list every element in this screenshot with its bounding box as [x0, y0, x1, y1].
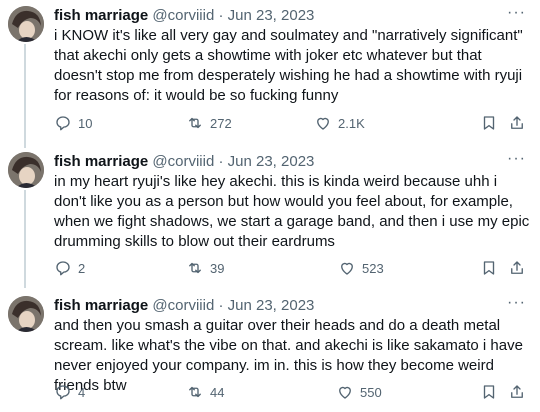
reply-count: 10 — [78, 115, 93, 131]
share-icon — [511, 261, 523, 274]
tweet-header: fish marriage @corviiid · Jun 23, 2023 — [54, 152, 314, 172]
bookmark-icon — [483, 385, 495, 399]
user-handle[interactable]: @corviiid — [152, 297, 214, 314]
retweet-button[interactable]: 272 — [186, 113, 232, 133]
tweet-header: fish marriage @corviiid · Jun 23, 2023 — [54, 6, 314, 26]
reply-icon — [56, 116, 70, 131]
bookmark-icon — [483, 116, 495, 130]
share-button[interactable] — [508, 113, 526, 133]
reply-count: 2 — [78, 260, 86, 276]
like-button[interactable]: 2.1K — [314, 113, 365, 133]
tweet-actions: 10 272 2.1K — [54, 113, 530, 133]
retweet-count: 272 — [210, 115, 232, 131]
bookmark-button[interactable] — [480, 258, 498, 278]
share-button[interactable] — [508, 258, 526, 278]
more-options-icon[interactable]: ··· — [507, 294, 526, 312]
avatar[interactable] — [8, 6, 44, 42]
tweet-header: fish marriage @corviiid · Jun 23, 2023 — [54, 296, 314, 316]
like-count: 2.1K — [338, 115, 365, 131]
separator-dot: · — [218, 7, 224, 24]
display-name[interactable]: fish marriage — [54, 7, 148, 24]
bookmark-button[interactable] — [480, 113, 498, 133]
like-button[interactable]: 523 — [338, 258, 384, 278]
reply-button[interactable]: 2 — [54, 258, 85, 278]
avatar[interactable] — [8, 296, 44, 332]
retweet-icon — [189, 117, 201, 129]
user-handle[interactable]: @corviiid — [152, 7, 214, 24]
heart-icon — [341, 262, 353, 275]
separator-dot: · — [218, 153, 224, 170]
more-options-icon[interactable]: ··· — [507, 4, 526, 22]
tweet-date[interactable]: Jun 23, 2023 — [228, 153, 315, 170]
retweet-icon — [189, 386, 201, 398]
reply-count: 4 — [78, 384, 86, 400]
share-button[interactable] — [508, 382, 526, 402]
display-name[interactable]: fish marriage — [54, 297, 148, 314]
share-icon — [511, 116, 523, 129]
reply-icon — [56, 385, 70, 400]
separator-dot: · — [218, 297, 224, 314]
retweet-count: 39 — [210, 260, 225, 276]
user-handle[interactable]: @corviiid — [152, 153, 214, 170]
like-button[interactable]: 550 — [336, 382, 382, 402]
tweet-actions: 2 39 523 — [54, 258, 530, 278]
reply-icon — [56, 261, 70, 276]
tweet-actions: 4 44 550 — [54, 382, 530, 402]
tweet-date[interactable]: Jun 23, 2023 — [228, 297, 315, 314]
avatar[interactable] — [8, 152, 44, 188]
bookmark-icon — [483, 261, 495, 275]
heart-icon — [317, 117, 329, 130]
share-icon — [511, 385, 523, 398]
reply-button[interactable]: 4 — [54, 382, 85, 402]
tweet-text: in my heart ryuji's like hey akechi. thi… — [54, 173, 530, 250]
retweet-count: 44 — [210, 384, 225, 400]
like-count: 523 — [362, 260, 384, 276]
heart-icon — [339, 386, 351, 399]
tweet[interactable]: fish marriage @corviiid · Jun 23, 2023 ·… — [0, 0, 540, 140]
display-name[interactable]: fish marriage — [54, 153, 148, 170]
retweet-button[interactable]: 39 — [186, 258, 224, 278]
bookmark-button[interactable] — [480, 382, 498, 402]
tweet-date[interactable]: Jun 23, 2023 — [228, 7, 315, 24]
reply-button[interactable]: 10 — [54, 113, 92, 133]
more-options-icon[interactable]: ··· — [507, 150, 526, 168]
retweet-icon — [189, 262, 201, 274]
tweet[interactable]: fish marriage @corviiid · Jun 23, 2023 ·… — [0, 146, 540, 286]
tweet-text: i KNOW it's like all very gay and soulma… — [54, 27, 523, 104]
like-count: 550 — [360, 384, 382, 400]
tweet[interactable]: fish marriage @corviiid · Jun 23, 2023 ·… — [0, 290, 540, 412]
retweet-button[interactable]: 44 — [186, 382, 224, 402]
